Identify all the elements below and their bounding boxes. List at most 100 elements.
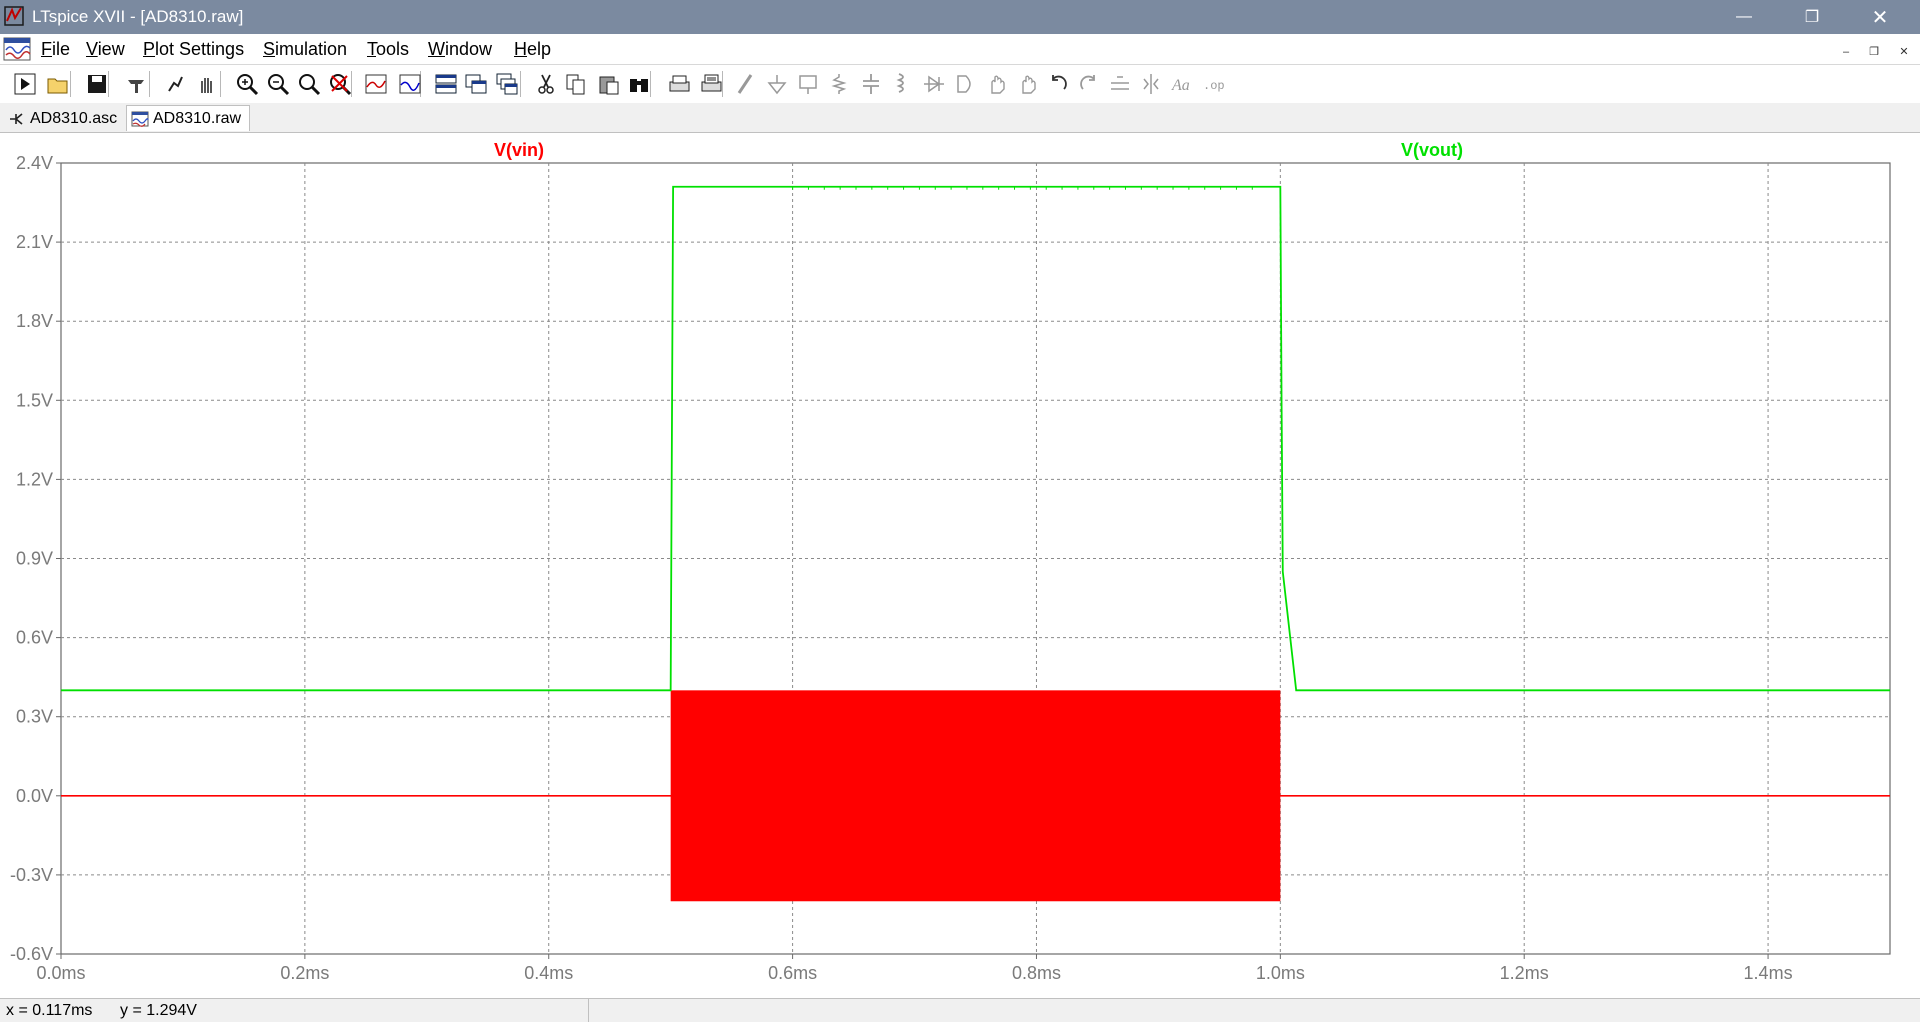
pan-icon[interactable]	[194, 71, 220, 97]
cascade-icon[interactable]	[494, 71, 520, 97]
tile-vertical-icon[interactable]	[463, 71, 489, 97]
mark-unref-icon[interactable]	[397, 71, 423, 97]
menu-simulation[interactable]: Simulation	[263, 39, 347, 60]
menu-plot-settings-rest: lot Settings	[155, 39, 245, 59]
tile-horizontal-icon[interactable]	[433, 71, 459, 97]
schematic-icon	[10, 112, 23, 125]
menu-window-rest: indow	[445, 39, 493, 59]
waveform-plot[interactable]: 2.4V 2.1V 1.8V 1.5V 1.2V 0.9V 0.6V 0.3V 0.0V -0.3…	[0, 133, 1920, 997]
y-tick-label: 0.9V	[16, 549, 53, 569]
title-bar: LTspice XVII - [AD8310.raw] — ❐ ✕	[0, 0, 1920, 34]
find-icon[interactable]	[626, 71, 652, 97]
menu-tools-rest: ools	[376, 39, 410, 59]
open-icon[interactable]	[45, 71, 71, 97]
autorange-icon[interactable]	[363, 71, 389, 97]
menu-window-accel: W	[428, 39, 445, 59]
y-tick-label: 2.1V	[16, 232, 53, 252]
x-tick-label: 1.4ms	[1744, 963, 1793, 983]
label-icon[interactable]	[795, 71, 821, 97]
wire-icon[interactable]	[733, 71, 759, 97]
inductor-icon[interactable]	[889, 71, 915, 97]
menu-help[interactable]: Help	[514, 39, 551, 60]
zoom-extent-icon[interactable]	[296, 71, 322, 97]
y-tick-label: 1.5V	[16, 390, 53, 410]
resistor-icon[interactable]	[826, 71, 852, 97]
waveform-icon	[131, 111, 149, 127]
move-icon[interactable]	[983, 71, 1009, 97]
mdi-restore-button[interactable]: ❐	[1864, 42, 1884, 62]
toolbar-separator	[220, 71, 221, 97]
x-tick-label: 0.0ms	[36, 963, 85, 983]
y-tick-label: 0.0V	[16, 786, 53, 806]
mirror-icon[interactable]	[1138, 71, 1164, 97]
menu-plot-settings[interactable]: Plot Settings	[143, 39, 244, 60]
series-vin-burst[interactable]	[670, 690, 1281, 902]
print-icon[interactable]	[666, 71, 692, 97]
y-tick-label: 1.2V	[16, 469, 53, 489]
save-icon[interactable]	[84, 71, 110, 97]
status-divider	[588, 999, 589, 1022]
y-tick-label: -0.6V	[10, 944, 53, 964]
control-panel-icon[interactable]	[123, 71, 149, 97]
x-tick-label: 0.4ms	[524, 963, 573, 983]
menu-file-accel: F	[41, 39, 52, 59]
trace-label-vin[interactable]: V(vin)	[494, 140, 544, 160]
y-tick-label: -0.3V	[10, 865, 53, 885]
minimize-button[interactable]: —	[1716, 0, 1772, 34]
cursor-y-readout: y = 1.294V	[120, 1002, 197, 1019]
document-tab-bar: AD8310.asc AD8310.raw	[0, 103, 1920, 133]
x-tick-label: 0.2ms	[280, 963, 329, 983]
trace-label-vout[interactable]: V(vout)	[1401, 140, 1463, 160]
close-button[interactable]: ✕	[1852, 0, 1908, 34]
ltspice-app-icon[interactable]	[4, 6, 24, 26]
drag-icon[interactable]	[1014, 71, 1040, 97]
run-icon[interactable]	[12, 71, 38, 97]
menu-view-accel: V	[86, 39, 98, 59]
copy-icon[interactable]	[563, 71, 589, 97]
mdi-minimize-button[interactable]: –	[1836, 42, 1856, 62]
diode-icon[interactable]	[921, 71, 947, 97]
ground-icon[interactable]	[764, 71, 790, 97]
x-tick-label: 1.2ms	[1500, 963, 1549, 983]
maximize-button[interactable]: ❐	[1784, 0, 1840, 34]
zoom-out-icon[interactable]	[265, 71, 291, 97]
zoom-in-icon[interactable]	[234, 71, 260, 97]
waveform-document-icon[interactable]	[3, 36, 31, 62]
menu-plot-settings-accel: P	[143, 39, 156, 59]
paste-icon[interactable]	[596, 71, 622, 97]
tab-ad8310-asc[interactable]: AD8310.asc	[4, 106, 124, 131]
menu-file-rest: ile	[52, 39, 71, 59]
toolbar-separator	[149, 71, 150, 97]
menu-window[interactable]: Window	[428, 39, 492, 60]
undo-icon[interactable]	[1045, 71, 1071, 97]
rotate-icon[interactable]	[1107, 71, 1133, 97]
waveform-plot-pane[interactable]: 2.4V 2.1V 1.8V 1.5V 1.2V 0.9V 0.6V 0.3V 0.0V -0.3…	[0, 133, 1920, 997]
redo-icon[interactable]	[1076, 71, 1102, 97]
menu-simulation-rest: imulation	[275, 39, 348, 59]
mdi-close-button[interactable]: ✕	[1894, 42, 1914, 62]
menu-help-accel: H	[514, 39, 527, 59]
menu-help-rest: elp	[527, 39, 552, 59]
print-setup-icon[interactable]	[698, 71, 724, 97]
svg-text:Aa: Aa	[1171, 77, 1190, 94]
x-tick-label: 1.0ms	[1256, 963, 1305, 983]
cursor-x-readout: x = 0.117ms	[6, 1002, 93, 1019]
toolbar: Aa .op	[0, 64, 1920, 104]
menu-bar: File View Plot Settings Simulation Tools…	[0, 34, 1920, 64]
cut-icon[interactable]	[533, 71, 559, 97]
zoom-cancel-icon[interactable]	[327, 71, 353, 97]
menu-tools-accel: T	[367, 39, 376, 59]
menu-simulation-accel: S	[263, 39, 276, 59]
spice-directive-icon[interactable]: .op	[1200, 71, 1226, 97]
component-icon[interactable]	[952, 71, 978, 97]
menu-tools[interactable]: Tools	[367, 39, 409, 60]
halt-icon[interactable]	[162, 71, 188, 97]
tab-ad8310-raw[interactable]: AD8310.raw	[126, 105, 250, 131]
menu-view[interactable]: View	[86, 39, 125, 60]
x-tick-label: 0.6ms	[768, 963, 817, 983]
menu-file[interactable]: File	[41, 39, 70, 60]
text-icon[interactable]: Aa	[1169, 71, 1195, 97]
minimize-icon: —	[1736, 8, 1752, 25]
capacitor-icon[interactable]	[858, 71, 884, 97]
svg-text:.op: .op	[1203, 79, 1225, 93]
